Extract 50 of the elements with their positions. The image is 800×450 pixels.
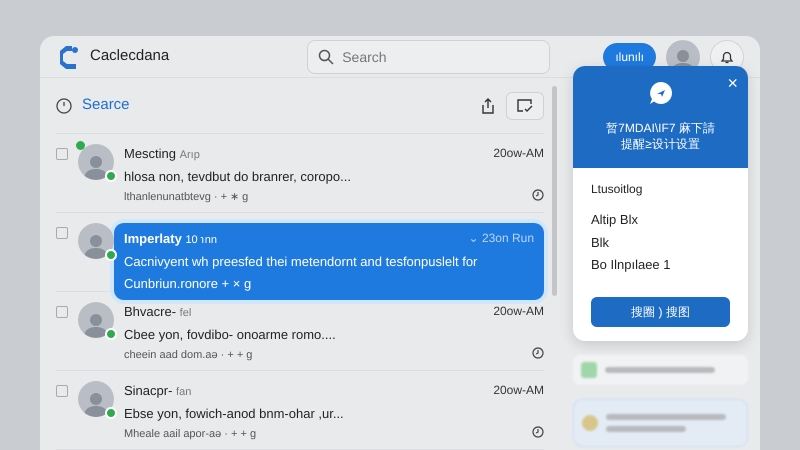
compose-button[interactable]: [506, 92, 544, 120]
clock-icon: [56, 98, 72, 114]
message-tags: lthanlenunatbtevg · + ∗ g: [124, 189, 248, 206]
popover-text: Blk: [591, 234, 610, 252]
message-meta: fel: [180, 307, 192, 319]
status-icon: [105, 407, 117, 419]
message-item[interactable]: Imperlaty 10 ℩nn ⌄ 23on Run Cacnivyent wh preesfed thei metendornt and tesfonpuslelt for Cunbriun.ronore + × g: [114, 223, 544, 300]
popover-button[interactable]: 搜圈 ) 搜图: [591, 296, 730, 327]
status-icon: [105, 328, 117, 340]
popover-title: 提醒≥设计设置: [620, 136, 701, 152]
message-preview: Cacnivyent wh preesfed thei metendornt and tesfonpuslelt for: [124, 252, 478, 271]
toolbar-title: Searce: [82, 95, 130, 116]
close-button[interactable]: ×: [727, 74, 738, 92]
row-checkbox[interactable]: [56, 148, 68, 160]
message-meta: Arıp: [180, 149, 200, 161]
message-time: ⌄ 23on Run: [468, 230, 534, 247]
popover-text: Altip Blx: [591, 211, 639, 230]
sender-name: Bhvacre-: [124, 304, 176, 319]
message-tags: Mheale aail apor-aǝ · + + g: [124, 426, 256, 442]
avatar: [78, 144, 114, 180]
message-tags: cheein aad dom.aǝ · + + g: [124, 347, 252, 364]
message-meta: 10 ℩nn: [185, 234, 217, 246]
message-time: 20ow-AM: [493, 382, 544, 399]
avatar: [78, 381, 114, 417]
popover-title: 暂7MDAI\IF7 麻下請: [605, 120, 716, 136]
avatar: [78, 223, 114, 259]
row-checkbox[interactable]: [56, 385, 68, 397]
status-icon: [105, 170, 117, 182]
popover-heading: Ltusoitlog: [591, 181, 644, 198]
chat-bubble-icon: [648, 80, 674, 106]
message-time: 20ow-AM: [493, 145, 544, 162]
sender-name: Sinacpr-: [124, 383, 172, 398]
message-preview: Ebse yon, fowich-anod bnm-ohar ,ur...: [124, 404, 345, 423]
app-name: Caclecdana: [90, 46, 170, 66]
sender-name: Mescting: [124, 146, 176, 161]
avatar: [78, 302, 114, 338]
message-preview: Cbee yon, fovdibo- onoarme romo....: [124, 326, 337, 344]
scrollbar[interactable]: [552, 86, 557, 296]
share-icon[interactable]: [480, 96, 496, 114]
row-checkbox[interactable]: [56, 227, 68, 239]
row-checkbox[interactable]: [56, 306, 68, 318]
message-meta: fan: [176, 386, 192, 398]
popover-text: Bo Ilnpılaee 1: [591, 256, 672, 274]
message-tags: Cunbriun.ronore + × g: [124, 274, 252, 294]
message-preview: hlosa non, tevdbut do branrer, coropo...: [124, 168, 352, 186]
search-icon: [318, 48, 334, 64]
sender-name: Imperlaty: [124, 231, 182, 246]
message-time: 20ow-AM: [493, 303, 544, 320]
compose-icon: [516, 98, 534, 114]
search-field[interactable]: Search: [307, 40, 550, 74]
